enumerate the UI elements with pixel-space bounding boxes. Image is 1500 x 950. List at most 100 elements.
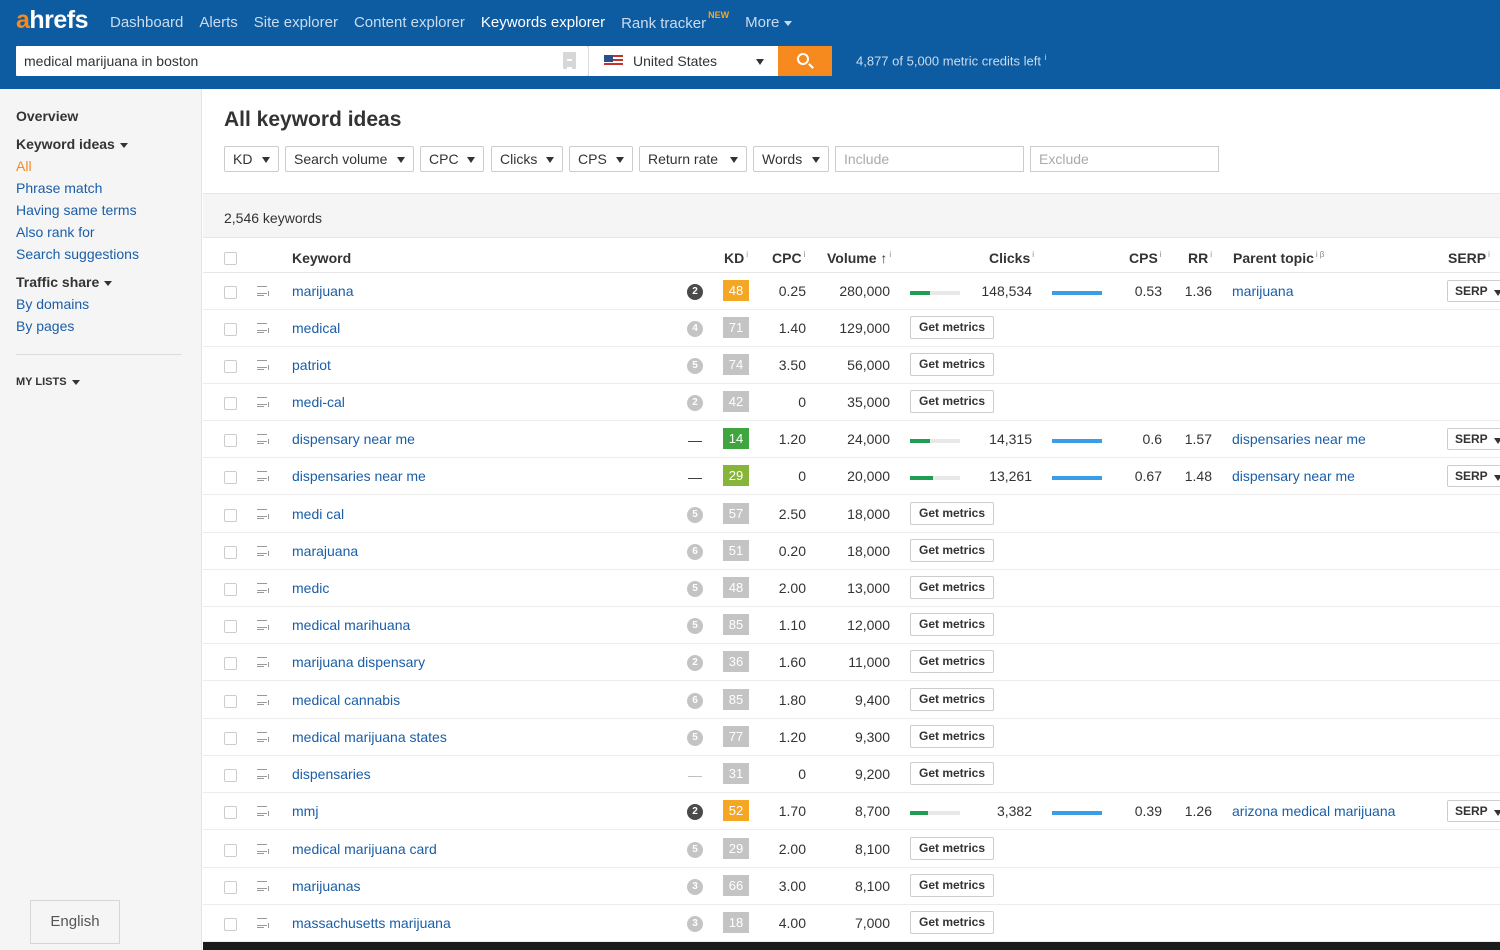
add-to-list-icon[interactable]	[257, 619, 271, 631]
upload-file-icon[interactable]	[563, 52, 576, 69]
sidebar-item-all[interactable]: All	[16, 158, 32, 174]
filter-search-volume[interactable]: Search volume	[285, 146, 414, 172]
nav-alerts[interactable]: Alerts	[199, 14, 237, 32]
get-metrics-button[interactable]: Get metrics	[910, 576, 994, 599]
add-to-list-icon[interactable]	[257, 470, 271, 482]
serp-button[interactable]: SERP	[1447, 280, 1500, 302]
add-to-list-icon[interactable]	[257, 843, 271, 855]
row-checkbox[interactable]	[224, 546, 237, 559]
keyword-link[interactable]: dispensary near me	[292, 431, 415, 447]
keyword-link[interactable]: marijuana dispensary	[292, 654, 425, 670]
col-cpc[interactable]: CPC i	[772, 250, 805, 266]
row-checkbox[interactable]	[224, 360, 237, 373]
row-checkbox[interactable]	[224, 918, 237, 931]
sidebar-item-also-rank-for[interactable]: Also rank for	[16, 224, 95, 240]
search-button[interactable]	[778, 46, 832, 76]
parent-topic-link[interactable]: marijuana	[1232, 283, 1293, 299]
sidebar-keyword-ideas[interactable]: Keyword ideas	[16, 136, 128, 152]
col-cps[interactable]: CPS i	[1129, 250, 1162, 266]
get-metrics-button[interactable]: Get metrics	[910, 725, 994, 748]
get-metrics-button[interactable]: Get metrics	[910, 911, 994, 934]
get-metrics-button[interactable]: Get metrics	[910, 762, 994, 785]
col-serp[interactable]: SERP i	[1448, 250, 1490, 266]
keyword-link[interactable]: medi-cal	[292, 394, 345, 410]
get-metrics-button[interactable]: Get metrics	[910, 688, 994, 711]
keyword-link[interactable]: marijuanas	[292, 878, 360, 894]
keyword-link[interactable]: medic	[292, 580, 329, 596]
filter-cpc[interactable]: CPC	[420, 146, 484, 172]
keyword-search-input[interactable]	[16, 46, 556, 76]
keyword-link[interactable]: medical marijuana card	[292, 841, 437, 857]
add-to-list-icon[interactable]	[257, 656, 271, 668]
add-to-list-icon[interactable]	[257, 508, 271, 520]
row-checkbox[interactable]	[224, 286, 237, 299]
add-to-list-icon[interactable]	[257, 545, 271, 557]
col-clicks[interactable]: Clicks i	[989, 250, 1034, 266]
serp-button[interactable]: SERP	[1447, 465, 1500, 487]
col-keyword[interactable]: Keyword	[292, 250, 351, 266]
get-metrics-button[interactable]: Get metrics	[910, 837, 994, 860]
sidebar-item-search-suggestions[interactable]: Search suggestions	[16, 246, 139, 262]
filter-return-rate[interactable]: Return rate	[639, 146, 747, 172]
info-icon[interactable]: i	[1032, 250, 1034, 259]
filter-clicks[interactable]: Clicks	[491, 146, 563, 172]
info-icon[interactable]: i	[889, 250, 891, 259]
row-checkbox[interactable]	[224, 844, 237, 857]
language-button[interactable]: English	[30, 900, 120, 944]
select-all-checkbox[interactable]	[224, 252, 237, 265]
include-input[interactable]	[835, 146, 1024, 172]
info-icon[interactable]: i	[1488, 250, 1490, 259]
sidebar-item-by-domains[interactable]: By domains	[16, 296, 89, 312]
add-to-list-icon[interactable]	[257, 322, 271, 334]
info-icon[interactable]: i	[1210, 250, 1212, 259]
keyword-link[interactable]: mmj	[292, 803, 318, 819]
keyword-link[interactable]: dispensaries near me	[292, 468, 426, 484]
keyword-link[interactable]: medi cal	[292, 506, 344, 522]
info-icon[interactable]: i	[1316, 250, 1318, 259]
add-to-list-icon[interactable]	[257, 805, 271, 817]
row-checkbox[interactable]	[224, 732, 237, 745]
sidebar-item-phrase-match[interactable]: Phrase match	[16, 180, 102, 196]
get-metrics-button[interactable]: Get metrics	[910, 650, 994, 673]
sidebar-overview[interactable]: Overview	[16, 108, 78, 124]
row-checkbox[interactable]	[224, 583, 237, 596]
country-select[interactable]: United States	[588, 46, 778, 76]
row-checkbox[interactable]	[224, 806, 237, 819]
nav-keywords-explorer[interactable]: Keywords explorer	[481, 14, 605, 32]
add-to-list-icon[interactable]	[257, 359, 271, 371]
sidebar-item-having-same-terms[interactable]: Having same terms	[16, 202, 137, 218]
row-checkbox[interactable]	[224, 434, 237, 447]
nav-more[interactable]: More	[745, 14, 793, 32]
get-metrics-button[interactable]: Get metrics	[910, 874, 994, 897]
keyword-link[interactable]: medical marihuana	[292, 617, 410, 633]
keyword-link[interactable]: marijuana	[292, 283, 353, 299]
add-to-list-icon[interactable]	[257, 582, 271, 594]
sidebar-traffic-share[interactable]: Traffic share	[16, 274, 113, 290]
get-metrics-button[interactable]: Get metrics	[910, 502, 994, 525]
keyword-link[interactable]: massachusetts marijuana	[292, 915, 451, 931]
add-to-list-icon[interactable]	[257, 731, 271, 743]
sidebar-item-by-pages[interactable]: By pages	[16, 318, 74, 334]
row-checkbox[interactable]	[224, 509, 237, 522]
filter-cps[interactable]: CPS	[569, 146, 633, 172]
row-checkbox[interactable]	[224, 620, 237, 633]
col-parent-topic[interactable]: Parent topic i β	[1233, 250, 1324, 266]
add-to-list-icon[interactable]	[257, 396, 271, 408]
add-to-list-icon[interactable]	[257, 694, 271, 706]
row-checkbox[interactable]	[224, 769, 237, 782]
keyword-link[interactable]: medical	[292, 320, 340, 336]
filter-kd[interactable]: KD	[224, 146, 279, 172]
info-icon[interactable]: i	[746, 250, 748, 259]
info-icon[interactable]: i	[804, 250, 806, 259]
parent-topic-link[interactable]: arizona medical marijuana	[1232, 803, 1395, 819]
get-metrics-button[interactable]: Get metrics	[910, 539, 994, 562]
nav-site-explorer[interactable]: Site explorer	[254, 14, 338, 32]
exclude-input[interactable]	[1030, 146, 1219, 172]
serp-button[interactable]: SERP	[1447, 800, 1500, 822]
col-volume[interactable]: Volume ↑ i	[827, 250, 891, 266]
add-to-list-icon[interactable]	[257, 768, 271, 780]
col-rr[interactable]: RR i	[1188, 250, 1212, 266]
info-icon[interactable]: i	[1160, 250, 1162, 259]
parent-topic-link[interactable]: dispensary near me	[1232, 468, 1355, 484]
row-checkbox[interactable]	[224, 323, 237, 336]
